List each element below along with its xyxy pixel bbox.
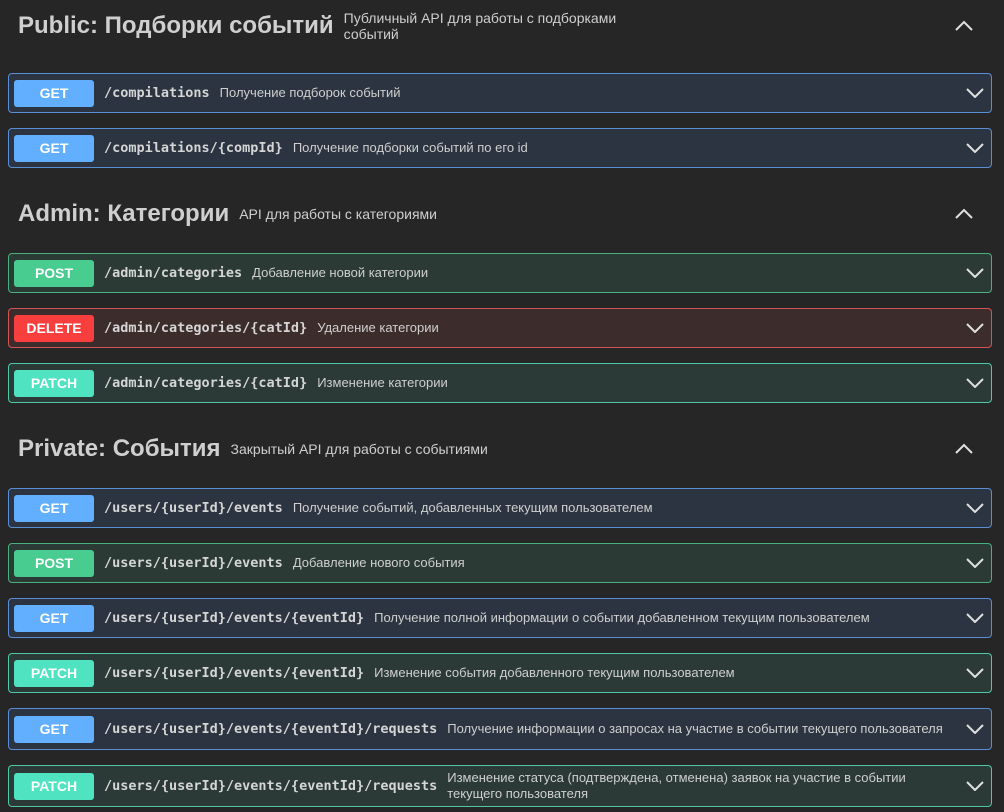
tag-section-public-compilations: Public: Подборки событий Публичный API д…: [0, 0, 1004, 56]
operation-summary: Получение подборок событий: [219, 85, 401, 100]
tag-title: Private: События: [18, 435, 221, 462]
chevron-down-icon[interactable]: [965, 608, 985, 628]
method-badge: GET: [14, 79, 94, 107]
operation-post-user-events[interactable]: POST /users/{userId}/events Добавление н…: [8, 543, 992, 583]
method-badge: GET: [14, 494, 94, 522]
tag-title: Public: Подборки событий: [18, 12, 334, 39]
operation-path: /users/{userId}/events/{eventId}/request…: [104, 721, 438, 737]
tag-header[interactable]: Private: События Закрытый API для работы…: [0, 419, 1004, 479]
method-badge: POST: [14, 549, 94, 577]
operation-summary: Получение событий, добавленных текущим п…: [292, 500, 653, 515]
chevron-up-icon[interactable]: [952, 14, 976, 38]
operation-summary: Получение информации о запросах на участ…: [447, 721, 943, 736]
operation-path: /compilations: [104, 85, 210, 101]
operation-get-compilations[interactable]: GET /compilations Получение подборок соб…: [8, 73, 992, 113]
operation-get-user-event-requests[interactable]: GET /users/{userId}/events/{eventId}/req…: [8, 708, 992, 750]
method-badge: POST: [14, 259, 94, 287]
tag-section-admin-categories: Admin: Категории API для работы с катего…: [0, 184, 1004, 244]
operation-summary: Получение подборки событий по его id: [292, 140, 528, 155]
operation-summary: Изменение категории: [317, 375, 448, 390]
operation-path: /compilations/{compId}: [104, 140, 283, 156]
operation-summary: Изменение статуса (подтверждена, отменен…: [447, 770, 906, 801]
tag-section-private-events: Private: События Закрытый API для работы…: [0, 419, 1004, 479]
method-badge: GET: [14, 134, 94, 162]
operation-summary: Получение полной информации о событии до…: [374, 610, 870, 625]
operation-path: /users/{userId}/events: [104, 555, 283, 571]
operation-path: /users/{userId}/events/{eventId}: [104, 665, 365, 681]
chevron-down-icon[interactable]: [965, 263, 985, 283]
operation-patch-admin-category[interactable]: PATCH /admin/categories/{catId} Изменени…: [8, 363, 992, 403]
chevron-up-icon[interactable]: [952, 202, 976, 226]
chevron-up-icon[interactable]: [952, 437, 976, 461]
method-badge: PATCH: [14, 369, 94, 397]
operation-patch-user-event[interactable]: PATCH /users/{userId}/events/{eventId} И…: [8, 653, 992, 693]
operation-delete-admin-category[interactable]: DELETE /admin/categories/{catId} Удалени…: [8, 308, 992, 348]
tag-header[interactable]: Public: Подборки событий Публичный API д…: [0, 0, 1004, 56]
method-badge: DELETE: [14, 314, 94, 342]
tag-title: Admin: Категории: [18, 200, 230, 227]
operation-summary: Добавление новой категории: [252, 265, 429, 280]
operation-path: /users/{userId}/events/{eventId}: [104, 610, 365, 626]
operation-summary: Изменение события добавленного текущим п…: [374, 665, 735, 680]
chevron-down-icon[interactable]: [965, 776, 985, 796]
chevron-down-icon[interactable]: [965, 719, 985, 739]
operation-path: /users/{userId}/events: [104, 500, 283, 516]
tag-header[interactable]: Admin: Категории API для работы с катего…: [0, 184, 1004, 244]
chevron-down-icon[interactable]: [965, 498, 985, 518]
method-badge: PATCH: [14, 772, 94, 800]
chevron-down-icon[interactable]: [965, 138, 985, 158]
tag-description: API для работы с категориями: [239, 206, 437, 222]
tag-description: Публичный API для работы с подборками со…: [343, 10, 617, 42]
operation-get-compilation-by-id[interactable]: GET /compilations/{compId} Получение под…: [8, 128, 992, 168]
operation-summary: Добавление нового события: [292, 555, 465, 570]
tag-description: Закрытый API для работы с событиями: [230, 441, 488, 457]
method-badge: GET: [14, 715, 94, 743]
operation-path: /admin/categories/{catId}: [104, 375, 308, 391]
method-badge: GET: [14, 604, 94, 632]
operation-patch-user-event-requests[interactable]: PATCH /users/{userId}/events/{eventId}/r…: [8, 765, 992, 807]
operation-path: /admin/categories/{catId}: [104, 320, 308, 336]
operation-summary: Удаление категории: [317, 320, 439, 335]
operation-get-user-event[interactable]: GET /users/{userId}/events/{eventId} Пол…: [8, 598, 992, 638]
operation-post-admin-categories[interactable]: POST /admin/categories Добавление новой …: [8, 253, 992, 293]
operation-get-user-events[interactable]: GET /users/{userId}/events Получение соб…: [8, 488, 992, 528]
chevron-down-icon[interactable]: [965, 318, 985, 338]
chevron-down-icon[interactable]: [965, 373, 985, 393]
chevron-down-icon[interactable]: [965, 83, 985, 103]
operation-path: /admin/categories: [104, 265, 243, 281]
chevron-down-icon[interactable]: [965, 663, 985, 683]
chevron-down-icon[interactable]: [965, 553, 985, 573]
method-badge: PATCH: [14, 659, 94, 687]
operation-path: /users/{userId}/events/{eventId}/request…: [104, 778, 438, 794]
